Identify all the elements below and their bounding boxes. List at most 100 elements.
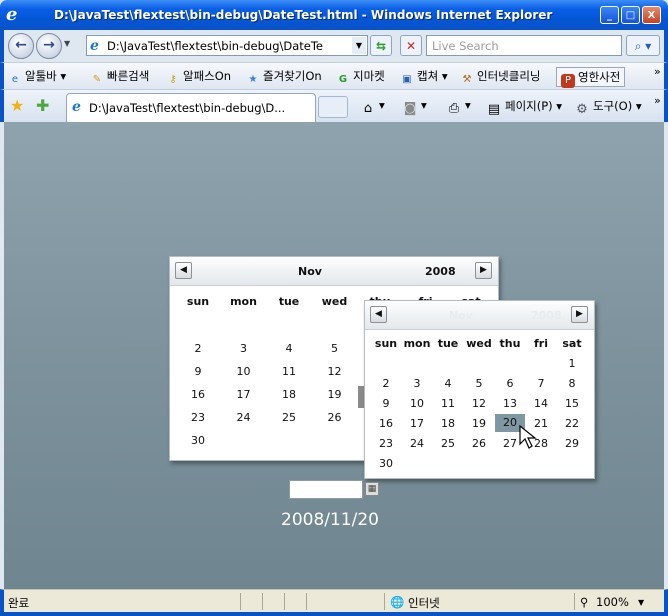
calendar-day[interactable]: 14 <box>526 397 556 410</box>
home-button[interactable]: ⌂ ▾ <box>360 98 385 116</box>
address-toolbar: ← → ▼ e D:\JavaTest\flextest\bin-debug\D… <box>0 30 668 62</box>
link-gmarket[interactable]: G 지마켓 <box>336 67 385 85</box>
calendar-day[interactable]: 9 <box>183 365 213 378</box>
calendar-day[interactable]: 16 <box>371 417 401 430</box>
security-zone[interactable]: 인터넷 <box>408 595 440 611</box>
calendar-day[interactable]: 16 <box>183 388 213 401</box>
calendar-day[interactable]: 18 <box>433 417 463 430</box>
status-divider <box>574 593 575 610</box>
link-alpass[interactable]: ⚷ 알패스On <box>166 67 231 85</box>
calendar-day[interactable]: 2 <box>371 377 401 390</box>
search-button[interactable]: ⌕ ▾ <box>626 35 660 56</box>
page-menu[interactable]: ▤ 페이지(P) ▾ <box>486 98 562 117</box>
calendar-day[interactable]: 7 <box>526 377 556 390</box>
calendar-day[interactable]: 30 <box>183 434 213 447</box>
address-field[interactable]: e D:\JavaTest\flextest\bin-debug\DateTe … <box>86 35 368 56</box>
mouse-cursor-icon <box>519 424 537 449</box>
back-button[interactable]: ← <box>8 33 34 59</box>
zoom-dropdown-icon[interactable]: ▼ <box>638 598 644 607</box>
calendar-day[interactable]: 13 <box>495 397 525 410</box>
address-url[interactable]: D:\JavaTest\flextest\bin-debug\DateTe <box>107 39 347 53</box>
calendar-day[interactable]: 22 <box>557 417 587 430</box>
calendar-day[interactable]: 10 <box>402 397 432 410</box>
calendar-header: ◀ Nov 2008 ▶ <box>365 301 594 330</box>
calendar-day[interactable]: 12 <box>464 397 494 410</box>
zoom-level[interactable]: 100% <box>596 595 629 609</box>
link-internet-cleaning[interactable]: ⚒ 인터넷클리닝 <box>460 67 541 85</box>
feeds-button[interactable]: ◙ ▾ <box>402 98 427 116</box>
calendar-day[interactable]: 17 <box>229 388 259 401</box>
calendar-day[interactable]: 11 <box>433 397 463 410</box>
weekday-header: tue <box>278 295 300 308</box>
calendar-day[interactable]: 18 <box>274 388 304 401</box>
print-button[interactable]: ⎙ ▾ <box>446 98 471 116</box>
calendar-day[interactable]: 3 <box>229 342 259 355</box>
calendar-day[interactable]: 5 <box>320 342 350 355</box>
tab-current-page[interactable]: e D:\JavaTest\flextest\bin-debug\D... <box>66 93 316 122</box>
calendar-day[interactable]: 8 <box>557 377 587 390</box>
more-commands-icon[interactable]: » <box>654 94 661 107</box>
weekday-header: mon <box>230 295 257 308</box>
calendar-day[interactable]: 15 <box>557 397 587 410</box>
link-altoolbar[interactable]: e 알툴바 ▾ <box>8 67 66 85</box>
calendar-day[interactable]: 26 <box>464 437 494 450</box>
link-dictionary[interactable]: P 영한사전 <box>556 67 626 88</box>
stop-button[interactable]: ✕ <box>400 35 422 56</box>
calendar-day[interactable]: 19 <box>464 417 494 430</box>
add-favorite-icon[interactable]: ✚ <box>36 96 49 115</box>
prev-month-button[interactable]: ◀ <box>175 262 192 279</box>
calendar-day[interactable]: 9 <box>371 397 401 410</box>
link-quick-search[interactable]: ✎ 빠른검색 <box>90 67 150 85</box>
gmarket-icon: G <box>338 74 348 85</box>
calendar-day[interactable]: 19 <box>320 388 350 401</box>
ie-page-icon: e <box>72 99 81 115</box>
maximize-button[interactable]: □ <box>621 6 640 24</box>
calendar-day[interactable]: 4 <box>274 342 304 355</box>
calendar-day[interactable]: 6 <box>495 377 525 390</box>
calendar-day[interactable]: 23 <box>371 437 401 450</box>
new-tab-button[interactable] <box>318 96 348 118</box>
calendar-icon[interactable]: ▦ <box>365 482 379 496</box>
page-content: ◀ Nov 2008 ▶ sunmontuewedthufrisat234591… <box>4 122 664 589</box>
link-capture[interactable]: ▣ 캡쳐 ▾ <box>400 67 447 85</box>
calendar-month: Nov <box>298 265 322 278</box>
calendar-day[interactable]: 5 <box>464 377 494 390</box>
calendar-day[interactable]: 29 <box>557 437 587 450</box>
minimize-button[interactable]: _ <box>600 6 619 24</box>
calendar-day[interactable]: 26 <box>320 411 350 424</box>
calendar-day[interactable]: 12 <box>320 365 350 378</box>
next-month-button[interactable]: ▶ <box>475 262 492 279</box>
window-title-bar[interactable]: e D:\JavaTest\flextest\bin-debug\DateTes… <box>0 0 668 30</box>
calendar-day[interactable]: 30 <box>371 457 401 470</box>
key-icon: ⚷ <box>169 74 177 85</box>
favorites-center-icon[interactable]: ★ <box>10 96 24 115</box>
close-button[interactable]: X <box>642 6 661 24</box>
calendar-year: 2008 <box>425 265 456 278</box>
refresh-button[interactable]: ⇆ <box>370 35 392 56</box>
calendar-day[interactable]: 17 <box>402 417 432 430</box>
calendar-day[interactable]: 4 <box>433 377 463 390</box>
calendar-day[interactable]: 11 <box>274 365 304 378</box>
address-dropdown-icon[interactable]: ▼ <box>352 37 366 54</box>
more-links-icon[interactable]: » <box>654 65 661 78</box>
status-divider <box>384 593 385 610</box>
forward-button[interactable]: → <box>36 33 62 59</box>
calendar-day[interactable]: 1 <box>557 357 587 370</box>
weekday-header: mon <box>403 337 431 350</box>
date-field[interactable] <box>289 480 363 499</box>
calendar-day[interactable]: 2 <box>183 342 213 355</box>
tools-menu[interactable]: ⚙ 도구(O) ▾ <box>574 98 641 117</box>
calendar-day[interactable]: 3 <box>402 377 432 390</box>
link-favorites-on[interactable]: ★ 즐겨찾기On <box>246 67 322 85</box>
calendar-day[interactable]: 25 <box>433 437 463 450</box>
next-month-button[interactable]: ▶ <box>571 306 588 323</box>
calendar-day[interactable]: 24 <box>229 411 259 424</box>
tab-toolbar: ★ ✚ e D:\JavaTest\flextest\bin-debug\D..… <box>0 89 668 122</box>
calendar-day[interactable]: 25 <box>274 411 304 424</box>
calendar-day[interactable]: 10 <box>229 365 259 378</box>
calendar-day[interactable]: 24 <box>402 437 432 450</box>
search-input[interactable]: Live Search <box>426 35 622 56</box>
prev-month-button[interactable]: ◀ <box>370 306 387 323</box>
history-dropdown-icon[interactable]: ▼ <box>64 39 70 48</box>
calendar-day[interactable]: 23 <box>183 411 213 424</box>
